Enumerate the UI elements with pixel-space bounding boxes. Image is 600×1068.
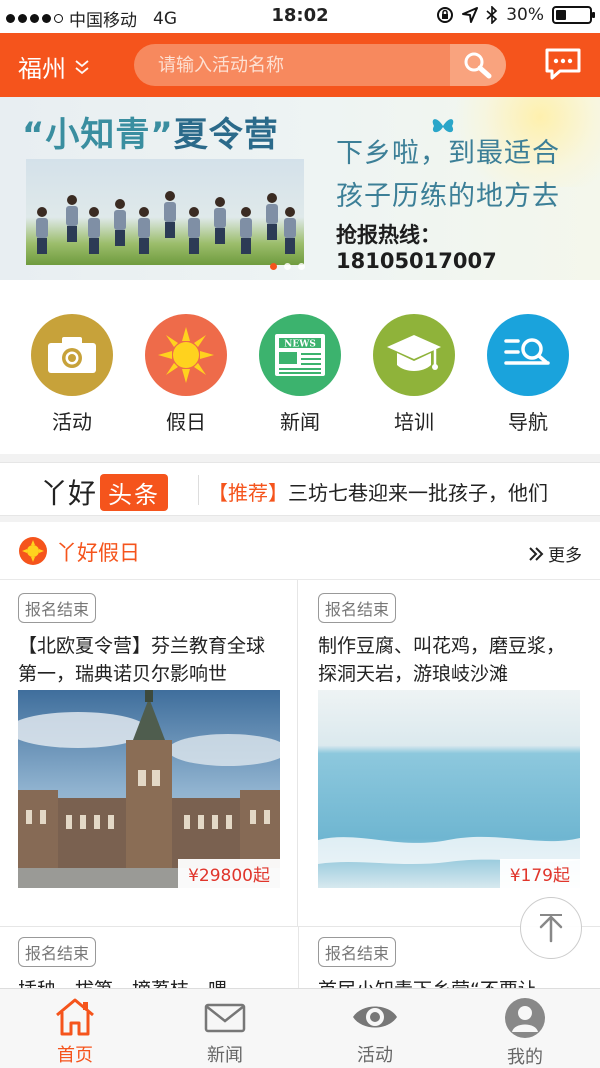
status-badge: 报名结束 (18, 937, 97, 967)
banner-title-camp: 夏令营 (173, 115, 279, 155)
headline-text[interactable]: 【推荐】三坊七巷迎来一批孩子，他们 (208, 477, 600, 506)
category-label: 假日 (166, 410, 206, 434)
holiday-card[interactable]: 报名结束 制作豆腐、叫花鸡，磨豆浆，探洞天岩，游琅岐沙滩 ¥179起 (300, 580, 598, 926)
search-button[interactable] (450, 44, 506, 86)
tab-news[interactable]: 新闻 (150, 989, 300, 1068)
card-title[interactable]: 插秧、拔笋、摘荔枝、喂 (18, 975, 280, 988)
section-title: 丫好假日 (56, 541, 140, 565)
banner-dot[interactable] (298, 263, 305, 270)
location-arrow-icon (462, 7, 479, 23)
tab-label: 首页 (57, 1045, 93, 1066)
graduation-cap-icon (373, 314, 455, 396)
seaside-photo: ¥179起 (318, 690, 580, 888)
navigation-search-icon (487, 314, 569, 396)
headline-logo-tag: 头条 (100, 473, 169, 511)
bluetooth-icon (486, 6, 498, 24)
eye-icon (353, 1006, 397, 1028)
headline-logo: 丫好 头条 (40, 472, 169, 512)
arrow-up-icon (539, 914, 563, 943)
battery-percent: 30% (506, 5, 544, 25)
user-icon (505, 998, 545, 1038)
status-badge: 报名结束 (318, 593, 397, 623)
tab-label: 我的 (507, 1047, 543, 1068)
search-icon (464, 52, 492, 79)
category-holiday[interactable]: 假日 (136, 314, 236, 435)
headline-tag: 【推荐】 (208, 481, 288, 505)
card-title[interactable]: 首届小知青下乡营“不要让 (318, 975, 580, 988)
category-label: 导航 (508, 410, 548, 434)
tab-label: 活动 (357, 1045, 393, 1066)
city-selector[interactable]: 福州 (18, 49, 90, 84)
tab-mine[interactable]: 我的 (450, 989, 600, 1068)
price-tag: ¥179起 (499, 859, 580, 888)
banner-dot[interactable] (284, 263, 291, 270)
category-label: 培训 (394, 410, 434, 434)
status-badge: 报名结束 (18, 593, 97, 623)
banner-pagination (270, 263, 305, 270)
message-button[interactable] (544, 47, 582, 81)
holiday-card[interactable]: 报名结束 【北欧夏令营】芬兰教育全球第一，瑞典诺贝尔影响世 ¥29800起 (0, 580, 298, 926)
back-to-top-button[interactable] (520, 897, 582, 959)
banner-kids-photo (26, 159, 304, 265)
headline-logo-text: 丫好 (40, 477, 97, 510)
banner-title-quote: “小知青” (22, 115, 174, 155)
tab-home[interactable]: 首页 (0, 989, 150, 1068)
tab-label: 新闻 (207, 1045, 243, 1066)
banner-slogan-line2: 孩子历练的地方去 (336, 181, 560, 212)
castle-photo: ¥29800起 (18, 690, 280, 888)
banner-hotline: 抢报热线：18105017007 (336, 223, 497, 273)
double-chevron-right-icon (529, 546, 544, 561)
city-name: 福州 (18, 55, 66, 83)
promo-banner[interactable]: “小知青”夏令营 下乡啦，到最适合 孩子历练的地方去 抢报热线：18105017… (0, 97, 600, 280)
sun-badge-icon (19, 537, 47, 565)
category-label: 活动 (52, 410, 92, 434)
category-label: 新闻 (280, 410, 320, 434)
section-header: 丫好假日 更多 (0, 522, 600, 580)
status-badge: 报名结束 (318, 937, 397, 967)
battery-icon (552, 6, 595, 24)
headline-divider (198, 475, 199, 505)
category-navigation[interactable]: 导航 (478, 314, 578, 435)
headline-ticker[interactable]: 丫好 头条 【推荐】三坊七巷迎来一批孩子，他们 (0, 462, 600, 516)
more-link[interactable]: 更多 (528, 541, 582, 566)
search-bar (134, 44, 506, 86)
card-title: 【北欧夏令营】芬兰教育全球第一，瑞典诺贝尔影响世 (18, 635, 266, 685)
category-activity[interactable]: 活动 (22, 314, 122, 435)
top-header: 福州 (0, 33, 600, 97)
card-title: 制作豆腐、叫花鸡，磨豆浆，探洞天岩，游琅岐沙滩 (318, 635, 566, 685)
status-bar-right: 30% (436, 5, 595, 25)
status-bar: 中国移动 4G 18:02 30% (0, 0, 600, 33)
chat-bubble-icon (545, 48, 581, 80)
svg-text:NEWS: NEWS (284, 340, 316, 350)
home-icon (56, 998, 94, 1036)
rotation-lock-icon (437, 7, 454, 23)
search-input[interactable] (134, 44, 450, 86)
banner-title: “小知青”夏令营 (22, 107, 279, 156)
category-grid: 活动 假日 NEWS 新闻 培训 导航 (0, 280, 600, 454)
banner-slogan-line1: 下乡啦，到最适合 (336, 138, 560, 169)
bottom-tab-bar: 首页 新闻 活动 我的 (0, 988, 600, 1068)
card-row-2: 报名结束 插秧、拔笋、摘荔枝、喂 报名结束 首届小知青下乡营“不要让 (0, 926, 600, 988)
category-news[interactable]: NEWS 新闻 (250, 314, 350, 435)
price-tag: ¥29800起 (178, 859, 280, 888)
headline-title: 三坊七巷迎来一批孩子，他们 (288, 481, 548, 505)
tab-activity[interactable]: 活动 (300, 989, 450, 1068)
newspaper-icon: NEWS (259, 314, 341, 396)
more-label: 更多 (548, 546, 582, 566)
banner-dot[interactable] (270, 263, 277, 270)
envelope-icon (204, 1003, 246, 1033)
category-training[interactable]: 培训 (364, 314, 464, 435)
sun-icon (145, 314, 227, 396)
camera-icon (31, 314, 113, 396)
chevron-down-icon (74, 58, 90, 76)
holiday-card-grid: 报名结束 【北欧夏令营】芬兰教育全球第一，瑞典诺贝尔影响世 ¥29800起 报名… (0, 580, 600, 988)
